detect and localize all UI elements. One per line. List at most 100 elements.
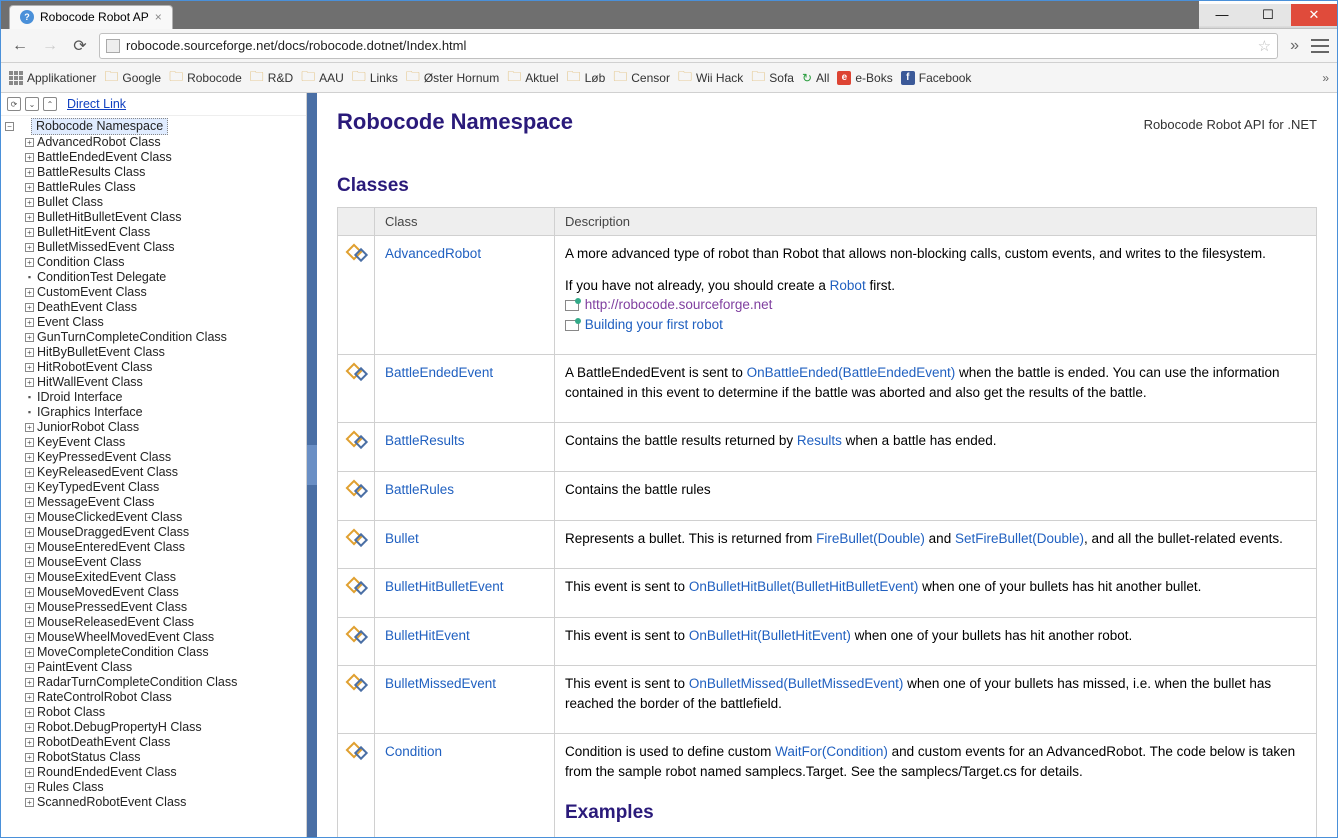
expander-icon[interactable]: + <box>25 363 34 372</box>
tree-node[interactable]: +ScannedRobotEvent Class <box>21 795 306 810</box>
bookmark-star-icon[interactable]: ☆ <box>1258 37 1271 55</box>
bookmark-folder[interactable]: 🗀Aktuel <box>507 66 558 90</box>
tree-node[interactable]: +BulletMissedEvent Class <box>21 240 306 255</box>
tree-node[interactable]: +MouseReleasedEvent Class <box>21 615 306 630</box>
expander-icon[interactable]: − <box>5 122 14 131</box>
expander-icon[interactable]: + <box>25 498 34 507</box>
tree-node[interactable]: +GunTurnCompleteCondition Class <box>21 330 306 345</box>
expander-icon[interactable]: + <box>25 378 34 387</box>
bookmark-eboks[interactable]: e e-Boks <box>837 71 892 85</box>
tree-node[interactable]: +RoundEndedEvent Class <box>21 765 306 780</box>
tree-node[interactable]: +MouseEvent Class <box>21 555 306 570</box>
tree-node[interactable]: +CustomEvent Class <box>21 285 306 300</box>
expander-icon[interactable]: + <box>25 153 34 162</box>
menu-icon[interactable] <box>1311 39 1329 53</box>
tree-node[interactable]: +BattleResults Class <box>21 165 306 180</box>
tree-node[interactable]: +Condition Class <box>21 255 306 270</box>
expander-icon[interactable]: + <box>25 138 34 147</box>
bookmark-folder[interactable]: 🗀Links <box>352 66 398 90</box>
tree-node[interactable]: +JuniorRobot Class <box>21 420 306 435</box>
expander-icon[interactable]: + <box>25 513 34 522</box>
splitter[interactable] <box>307 93 317 837</box>
tree-root[interactable]: Robocode Namespace <box>31 118 168 135</box>
tree-node[interactable]: +BattleEndedEvent Class <box>21 150 306 165</box>
expander-icon[interactable]: + <box>25 423 34 432</box>
minimize-button[interactable]: — <box>1199 4 1245 26</box>
class-link[interactable]: BulletHitEvent <box>385 628 470 643</box>
class-link[interactable]: BulletMissedEvent <box>385 676 496 691</box>
close-tab-icon[interactable]: × <box>155 10 162 24</box>
expander-icon[interactable]: + <box>25 258 34 267</box>
expander-icon[interactable]: + <box>25 753 34 762</box>
expander-icon[interactable]: + <box>25 543 34 552</box>
expander-icon[interactable]: + <box>25 663 34 672</box>
bookmark-facebook[interactable]: f Facebook <box>901 71 972 85</box>
collapse-icon[interactable]: ⌄ <box>25 97 39 111</box>
tree-node[interactable]: +BulletHitBulletEvent Class <box>21 210 306 225</box>
expander-icon[interactable]: + <box>25 618 34 627</box>
expander-icon[interactable]: + <box>25 468 34 477</box>
chevrons-icon[interactable]: » <box>1286 37 1303 55</box>
expander-icon[interactable]: + <box>25 678 34 687</box>
tree-node[interactable]: +KeyReleasedEvent Class <box>21 465 306 480</box>
tree-node[interactable]: +MouseEnteredEvent Class <box>21 540 306 555</box>
inline-link[interactable]: OnBulletHit(BulletHitEvent) <box>689 628 851 643</box>
class-link[interactable]: Bullet <box>385 531 419 546</box>
bookmark-folder[interactable]: 🗀Robocode <box>169 66 242 90</box>
browser-tab[interactable]: ? Robocode Robot AP × <box>9 5 173 29</box>
tree-node[interactable]: +AdvancedRobot Class <box>21 135 306 150</box>
expander-icon[interactable]: + <box>25 438 34 447</box>
expander-icon[interactable]: + <box>25 783 34 792</box>
reload-button[interactable]: ⟳ <box>69 35 91 57</box>
bookmark-folder[interactable]: 🗀AAU <box>301 66 344 90</box>
expander-icon[interactable]: + <box>25 528 34 537</box>
expander-icon[interactable]: + <box>25 798 34 807</box>
tree-node[interactable]: +MouseWheelMovedEvent Class <box>21 630 306 645</box>
expander-icon[interactable]: + <box>25 183 34 192</box>
expander-icon[interactable]: + <box>25 228 34 237</box>
tree-node[interactable]: +KeyTypedEvent Class <box>21 480 306 495</box>
bookmark-folder[interactable]: 🗀Sofa <box>751 66 794 90</box>
class-link[interactable]: BattleRules <box>385 482 454 497</box>
tree-node[interactable]: ▪IDroid Interface <box>21 390 306 405</box>
tree-node[interactable]: +Bullet Class <box>21 195 306 210</box>
inline-link[interactable]: http://robocode.sourceforge.net <box>585 297 773 312</box>
bookmark-all[interactable]: ↻ All <box>802 71 829 85</box>
bookmark-folder[interactable]: 🗀Google <box>104 66 161 90</box>
sync-icon[interactable]: ⟳ <box>7 97 21 111</box>
tree-node[interactable]: ▪IGraphics Interface <box>21 405 306 420</box>
tree-node[interactable]: +DeathEvent Class <box>21 300 306 315</box>
tree-node[interactable]: +Event Class <box>21 315 306 330</box>
expander-icon[interactable]: + <box>25 573 34 582</box>
tree-node[interactable]: +PaintEvent Class <box>21 660 306 675</box>
direct-link[interactable]: Direct Link <box>67 97 126 111</box>
inline-link[interactable]: Results <box>797 433 842 448</box>
expander-icon[interactable]: + <box>25 333 34 342</box>
tree-node[interactable]: +MouseExitedEvent Class <box>21 570 306 585</box>
tree-node[interactable]: ▪ConditionTest Delegate <box>21 270 306 285</box>
apps-button[interactable]: Applikationer <box>9 71 96 85</box>
tree-node[interactable]: +Rules Class <box>21 780 306 795</box>
expander-icon[interactable]: + <box>25 288 34 297</box>
bookmark-folder[interactable]: 🗀R&D <box>250 66 293 90</box>
tree-node[interactable]: +KeyPressedEvent Class <box>21 450 306 465</box>
tree-node[interactable]: +MoveCompleteCondition Class <box>21 645 306 660</box>
tree-node[interactable]: +MouseClickedEvent Class <box>21 510 306 525</box>
expander-icon[interactable]: + <box>25 303 34 312</box>
class-link[interactable]: BattleEndedEvent <box>385 365 493 380</box>
expander-icon[interactable]: + <box>25 558 34 567</box>
tree-node[interactable]: +MousePressedEvent Class <box>21 600 306 615</box>
tree-node[interactable]: +HitWallEvent Class <box>21 375 306 390</box>
expander-icon[interactable]: + <box>25 348 34 357</box>
expander-icon[interactable]: + <box>25 318 34 327</box>
expander-icon[interactable]: + <box>25 588 34 597</box>
expand-icon[interactable]: ⌃ <box>43 97 57 111</box>
maximize-button[interactable]: ☐ <box>1245 4 1291 26</box>
expander-icon[interactable]: + <box>25 768 34 777</box>
inline-link[interactable]: Robot <box>830 278 866 293</box>
back-button[interactable]: ← <box>9 35 31 57</box>
expander-icon[interactable]: + <box>25 213 34 222</box>
class-link[interactable]: AdvancedRobot <box>385 246 481 261</box>
expander-icon[interactable]: + <box>25 723 34 732</box>
expander-icon[interactable]: + <box>25 708 34 717</box>
